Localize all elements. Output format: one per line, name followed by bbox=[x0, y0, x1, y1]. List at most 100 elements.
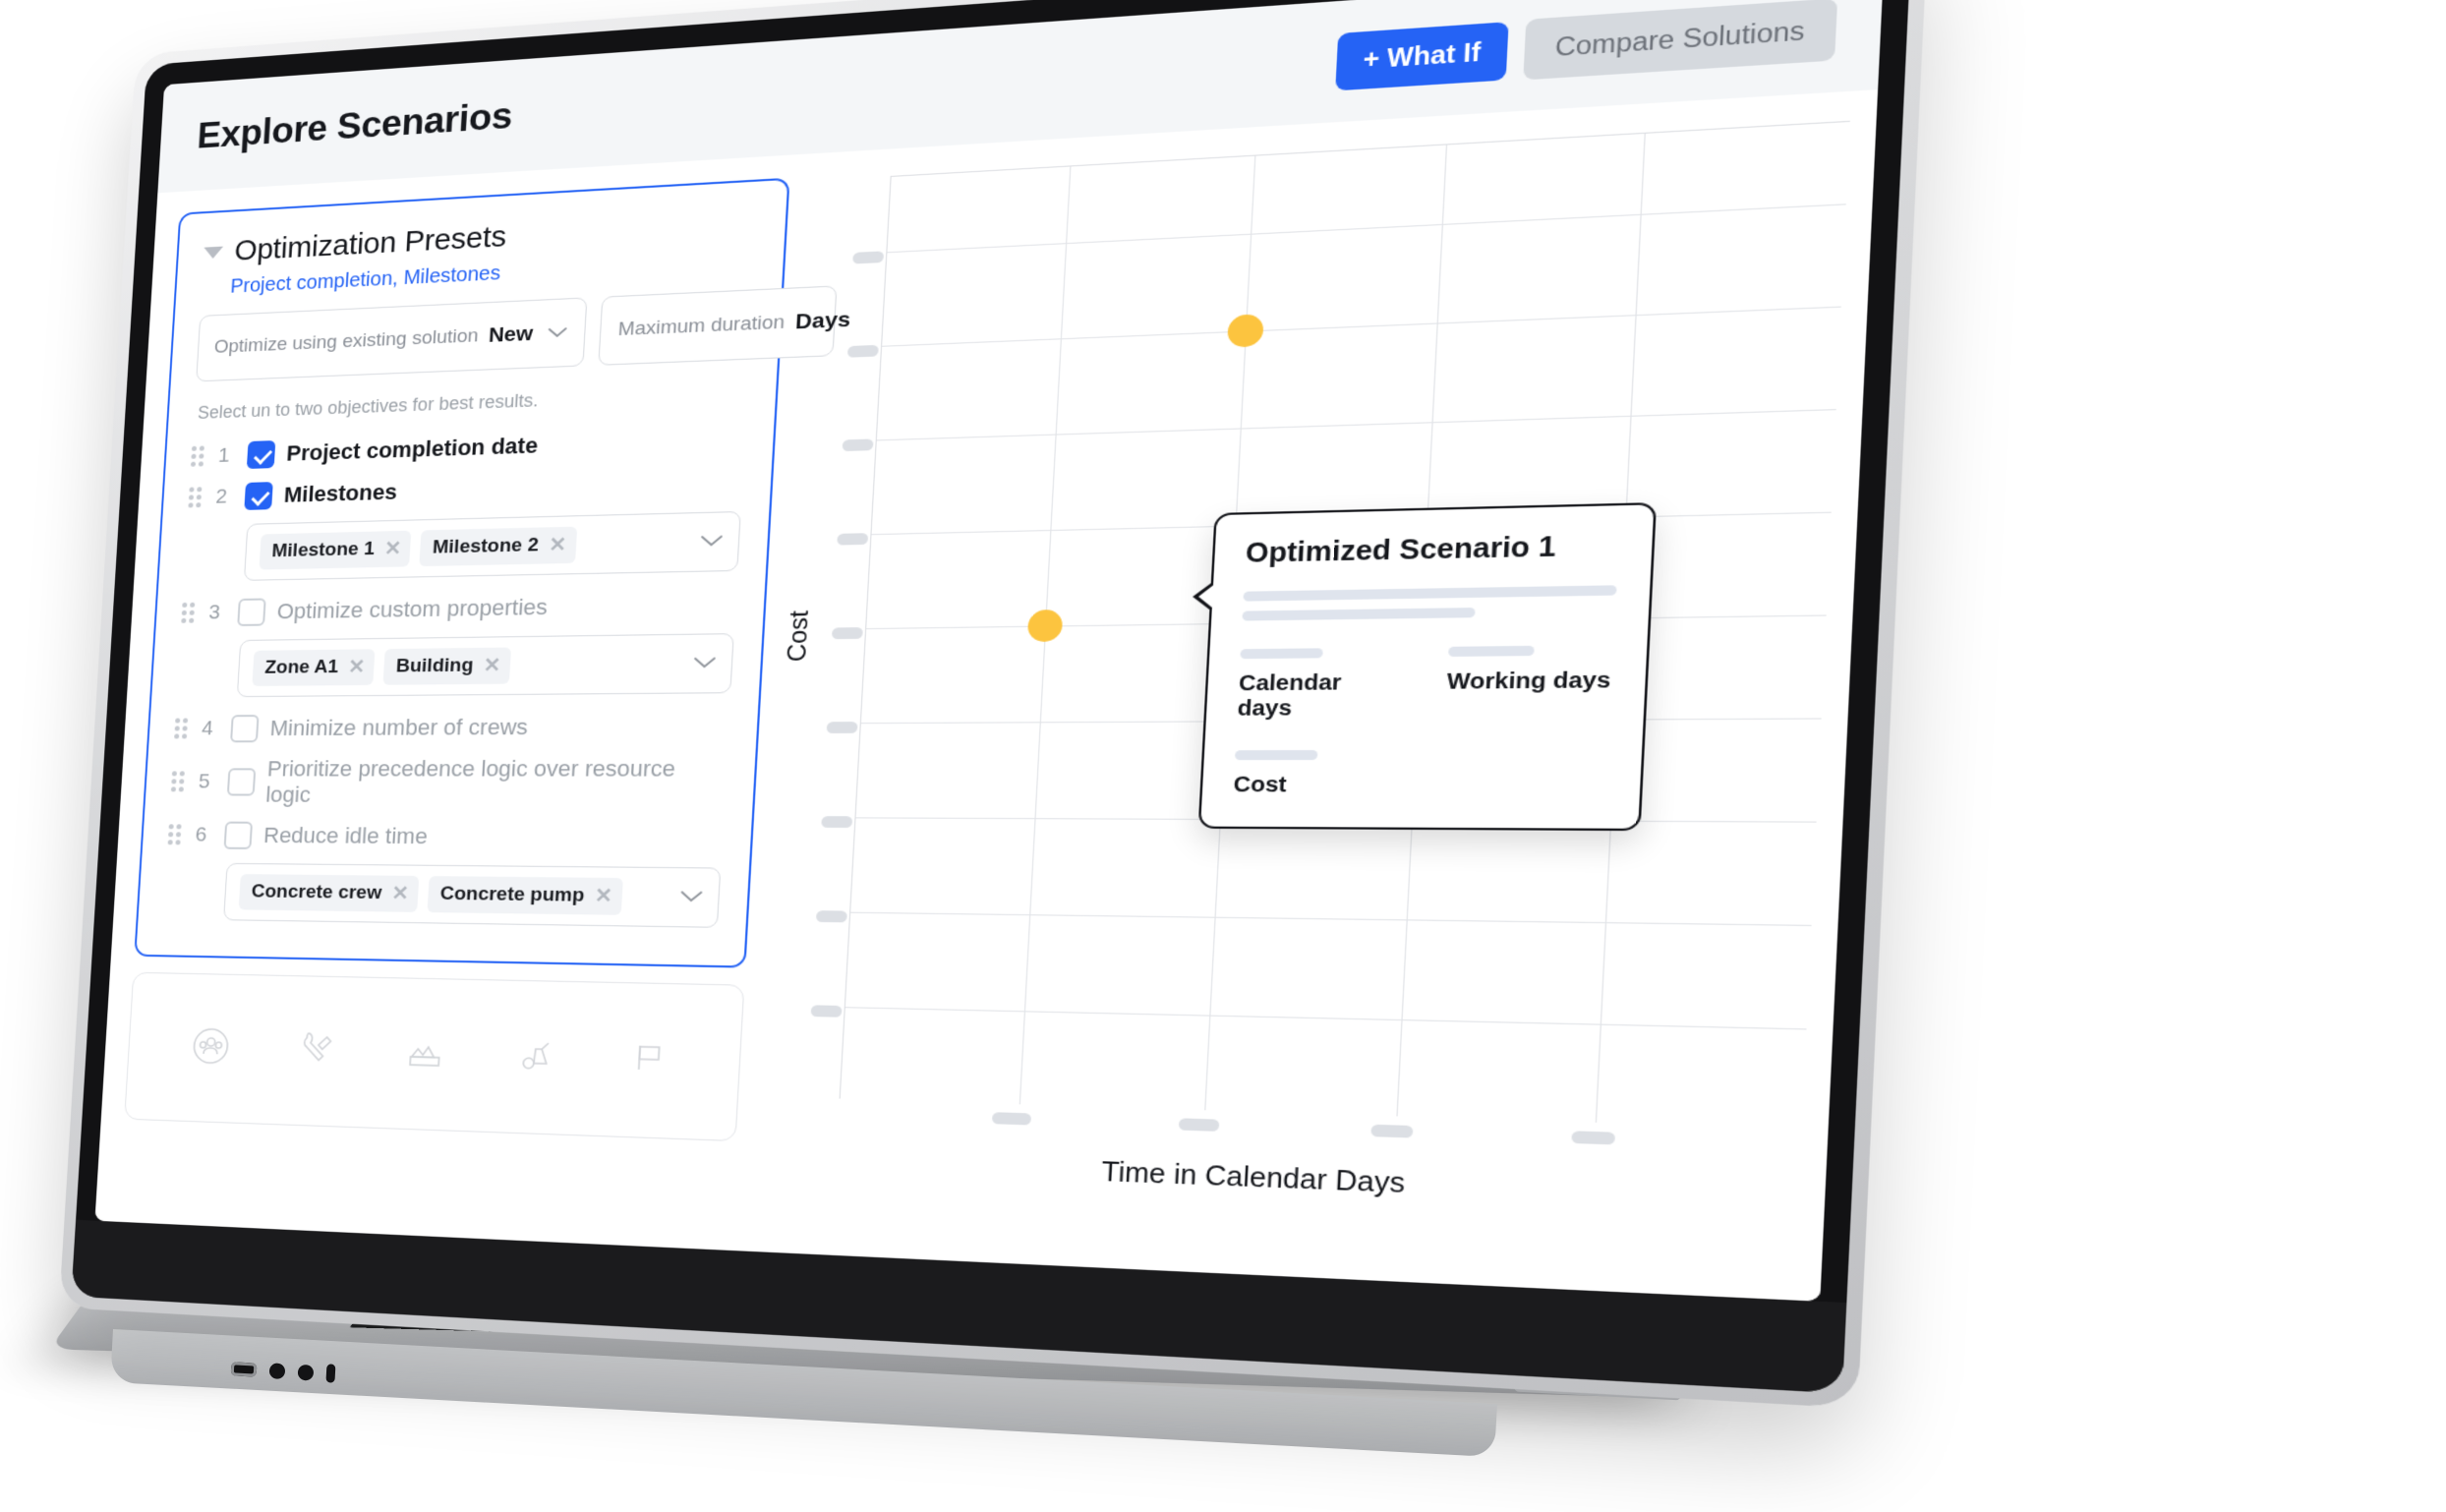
skeleton-value bbox=[1240, 648, 1323, 660]
close-icon[interactable]: ✕ bbox=[594, 885, 612, 907]
tag-label: Milestone 1 bbox=[270, 538, 376, 562]
y-tick-skeleton bbox=[810, 1005, 843, 1018]
screenshot-stage: Explore Scenarios + What If Compare Solu… bbox=[0, 0, 2446, 1512]
y-tick-skeleton bbox=[815, 910, 847, 923]
gridline-horizontal bbox=[887, 204, 1846, 254]
y-tick-skeleton bbox=[826, 722, 858, 733]
y-tick-skeleton bbox=[837, 533, 869, 546]
y-tick-skeleton bbox=[842, 438, 874, 452]
chevron-down-icon[interactable] bbox=[692, 653, 717, 673]
objective-row[interactable]: 5 Prioritize precedence logic over resou… bbox=[170, 749, 728, 816]
drag-handle-icon[interactable] bbox=[188, 487, 204, 508]
what-if-button[interactable]: + What If bbox=[1335, 21, 1510, 90]
screen-bezel: Explore Scenarios + What If Compare Solu… bbox=[71, 0, 1912, 1394]
objective-label: Minimize number of crews bbox=[268, 714, 529, 741]
objective-checkbox[interactable] bbox=[244, 482, 273, 510]
objective-row[interactable]: 6 Reduce idle time bbox=[167, 815, 724, 859]
flag-icon[interactable] bbox=[623, 1033, 675, 1087]
compare-solutions-button[interactable]: Compare Solutions bbox=[1523, 0, 1838, 80]
preset-fields-row: Optimize using existing solution New Max… bbox=[196, 285, 851, 382]
tag-chip[interactable]: Zone A1 ✕ bbox=[252, 649, 376, 686]
custom-properties-tag-select[interactable]: Zone A1 ✕ Building ✕ bbox=[236, 633, 734, 698]
skeleton-bar bbox=[1242, 608, 1476, 621]
close-icon[interactable]: ✕ bbox=[483, 655, 501, 677]
existing-solution-select[interactable]: Optimize using existing solution New bbox=[196, 297, 588, 382]
tooltip-title: Optimized Scenario 1 bbox=[1245, 531, 1557, 569]
scenario-point[interactable] bbox=[1226, 314, 1264, 348]
resource-toolbar bbox=[124, 971, 745, 1142]
caret-down-icon[interactable] bbox=[203, 246, 224, 260]
close-icon[interactable]: ✕ bbox=[391, 883, 410, 905]
objective-checkbox[interactable] bbox=[223, 821, 254, 849]
gridline-horizontal bbox=[876, 409, 1836, 441]
screen-viewport: Explore Scenarios + What If Compare Solu… bbox=[94, 0, 1885, 1302]
objective-checkbox[interactable] bbox=[246, 440, 276, 469]
close-icon[interactable]: ✕ bbox=[383, 538, 401, 560]
objective-label: Prioritize precedence logic over resourc… bbox=[264, 755, 676, 807]
objective-number: 5 bbox=[198, 770, 211, 793]
x-tick-skeleton bbox=[1178, 1118, 1220, 1132]
objective-checkbox[interactable] bbox=[237, 598, 266, 626]
chevron-down-icon[interactable] bbox=[699, 531, 724, 552]
thunderbolt-port-icon bbox=[297, 1364, 315, 1381]
tag-chip[interactable]: Concrete pump ✕ bbox=[427, 876, 623, 915]
tooltip-metric: Cost bbox=[1233, 750, 1394, 798]
tooltip-metric: Working days bbox=[1445, 645, 1614, 721]
tag-label: Concrete pump bbox=[439, 883, 585, 906]
scenario-point-selected[interactable] bbox=[1026, 609, 1064, 643]
close-icon[interactable]: ✕ bbox=[549, 534, 567, 556]
existing-solution-label: Optimize using existing solution bbox=[213, 324, 480, 358]
skeleton-value bbox=[1234, 750, 1317, 761]
laptop-lid: Explore Scenarios + What If Compare Solu… bbox=[59, 0, 1929, 1409]
chart-x-axis-label: Time in Calendar Days bbox=[1100, 1156, 1406, 1199]
x-tick-skeleton bbox=[1370, 1124, 1414, 1138]
objective-number: 2 bbox=[214, 485, 228, 508]
y-tick-skeleton bbox=[831, 627, 863, 640]
objective-number: 4 bbox=[201, 717, 214, 740]
header-actions: + What If Compare Solutions bbox=[1335, 0, 1838, 91]
tag-chip[interactable]: Building ✕ bbox=[382, 647, 511, 685]
chevron-down-icon[interactable] bbox=[679, 887, 704, 907]
y-tick-skeleton bbox=[846, 344, 879, 358]
tools-icon[interactable] bbox=[292, 1025, 341, 1077]
tooltip-spacer bbox=[1441, 749, 1609, 798]
drag-handle-icon[interactable] bbox=[170, 771, 188, 792]
tag-label: Building bbox=[395, 655, 474, 677]
tag-chip[interactable]: Milestone 2 ✕ bbox=[419, 526, 577, 567]
skeleton-bar bbox=[1243, 585, 1617, 602]
optimization-presets-panel: Optimization Presets Project completion,… bbox=[134, 177, 851, 968]
crew-icon[interactable] bbox=[187, 1022, 235, 1075]
drag-handle-icon[interactable] bbox=[181, 602, 198, 624]
equipment-icon[interactable] bbox=[510, 1030, 561, 1084]
close-icon[interactable]: ✕ bbox=[348, 656, 366, 678]
objective-row[interactable]: 3 Optimize custom properties bbox=[181, 584, 737, 633]
tag-chip[interactable]: Milestone 1 ✕ bbox=[259, 530, 412, 570]
scenario-chart: Cost Optimized Scenario 1 Calendar days … bbox=[749, 116, 1850, 1300]
tooltip-cost: Cost bbox=[1233, 749, 1608, 798]
drag-handle-icon[interactable] bbox=[174, 718, 191, 739]
objective-checkbox[interactable] bbox=[226, 768, 257, 796]
drag-handle-icon[interactable] bbox=[190, 445, 207, 467]
tag-chip[interactable]: Concrete crew ✕ bbox=[238, 874, 420, 912]
chart-grid: Optimized Scenario 1 Calendar days Worki… bbox=[839, 120, 1850, 1130]
gridline-horizontal bbox=[850, 911, 1812, 927]
milestones-tag-select[interactable]: Milestone 1 ✕ Milestone 2 ✕ bbox=[243, 510, 741, 581]
page-title: Explore Scenarios bbox=[196, 94, 514, 156]
chart-plot-region: Cost Optimized Scenario 1 Calendar days … bbox=[758, 120, 1850, 1130]
material-icon[interactable] bbox=[400, 1027, 450, 1080]
tag-label: Concrete crew bbox=[251, 881, 382, 904]
tooltip-metric-label: Working days bbox=[1446, 668, 1611, 695]
objective-checkbox[interactable] bbox=[230, 715, 260, 743]
objective-row[interactable]: 4 Minimize number of crews bbox=[174, 706, 730, 749]
objective-number: 3 bbox=[207, 601, 221, 624]
x-tick-skeleton bbox=[1570, 1131, 1615, 1145]
drag-handle-icon[interactable] bbox=[167, 824, 185, 845]
objective-label: Project completion date bbox=[285, 432, 539, 466]
tag-label: Milestone 2 bbox=[432, 534, 540, 558]
panel-title: Optimization Presets bbox=[233, 219, 507, 267]
scenario-tooltip: Optimized Scenario 1 Calendar days Worki… bbox=[1197, 502, 1658, 832]
idle-time-tag-select[interactable]: Concrete crew ✕ Concrete pump ✕ bbox=[223, 862, 722, 928]
laptop-mockup: Explore Scenarios + What If Compare Solu… bbox=[0, 0, 2446, 1512]
skeleton-value bbox=[1448, 645, 1535, 657]
objective-label: Reduce idle time bbox=[262, 822, 429, 849]
